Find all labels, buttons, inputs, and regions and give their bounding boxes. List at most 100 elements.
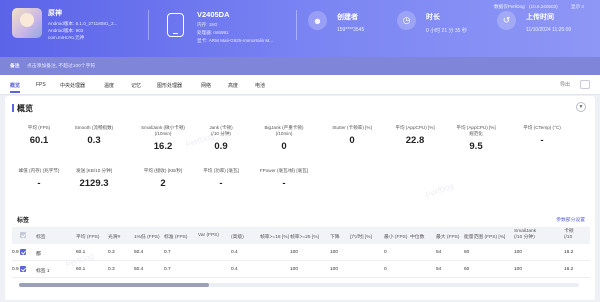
column-header[interactable]: 最小 (FPS) bbox=[384, 233, 407, 240]
metric-label: 峰值 (内存) (兆字节) bbox=[18, 168, 60, 173]
header-divider bbox=[148, 10, 149, 40]
metric-item: 平均 (AppCPU) [%] 规范化 9.5 bbox=[445, 125, 507, 152]
table-cell: 100 bbox=[290, 267, 299, 272]
tab-battery[interactable]: 电池 bbox=[255, 82, 265, 89]
metric-item: 峰值 (内存) (兆字节) - bbox=[8, 168, 70, 189]
report-header: 原神 Android版本: 5.1.0_27118081_2... Androi… bbox=[0, 0, 600, 57]
table-cell: 0.4 bbox=[231, 267, 238, 272]
row-checkbox[interactable] bbox=[20, 249, 26, 255]
table-row[interactable]: 标签 1 60.1 0.3 50.4 0.7 0.4 100 100 0 54 60 100 16.2 0… bbox=[12, 261, 590, 278]
horizontal-scrollbar[interactable] bbox=[19, 283, 579, 287]
table-cell: 60.1 bbox=[76, 250, 86, 255]
metric-value: 0 bbox=[349, 135, 355, 146]
watermark: PerfDog bbox=[424, 181, 456, 200]
metric-value: - bbox=[37, 178, 41, 189]
upload-value: 11/10/2024 11:25:09 bbox=[526, 27, 572, 33]
column-header[interactable]: 标签 bbox=[36, 233, 46, 240]
tab-network[interactable]: 网络 bbox=[201, 82, 211, 89]
column-header[interactable]: 平均 (FPS) bbox=[76, 233, 99, 240]
app-build-line: Android版本: 903 bbox=[48, 28, 84, 33]
metric-value: 0 bbox=[281, 141, 287, 152]
header-gear-icon[interactable] bbox=[20, 232, 26, 238]
table-cell: 100 bbox=[290, 250, 299, 255]
device-gpu: 显卡: ARM Mali-G925-Immortalis M... bbox=[197, 38, 274, 43]
column-header[interactable]: 1%低 (FPS) bbox=[134, 233, 160, 240]
tab-overview[interactable]: 概览 bbox=[10, 82, 21, 93]
metric-item: 平均 (接收) [KB/秒] 2 bbox=[132, 168, 194, 189]
app-name: 原神 bbox=[48, 10, 62, 17]
version-link[interactable]: (10.6.240503) bbox=[529, 4, 558, 9]
tab-memory[interactable]: 记忆 bbox=[131, 82, 141, 89]
table-cell: 100 bbox=[514, 250, 523, 255]
duration-title: 时长 bbox=[426, 14, 440, 21]
metric-item: 平均 (功率) [毫瓦] - bbox=[190, 168, 252, 189]
upload-title: 上传时间 bbox=[526, 14, 554, 21]
phone-icon bbox=[167, 13, 184, 37]
table-cell: 50.4 bbox=[134, 250, 144, 255]
history-icon: ↺ bbox=[497, 11, 516, 30]
tab-height[interactable]: 高度 bbox=[228, 82, 238, 89]
note-placeholder[interactable]: 点击添加备注, 不超过100个字符 bbox=[27, 64, 95, 69]
column-header[interactable]: 卡顿 (/10 bbox=[564, 229, 574, 241]
column-header[interactable]: 帧率>=25 [%] bbox=[290, 233, 319, 240]
app-package-line: com.miHoYo.元神 bbox=[48, 35, 85, 40]
column-header[interactable]: 能量范围 (FPS) [%] bbox=[464, 233, 505, 240]
creator-value: 159****3545 bbox=[337, 27, 365, 33]
app-version-line: Android版本: 5.1.0_27118081_2... bbox=[48, 21, 118, 26]
column-header[interactable]: 最大 (FPS) bbox=[436, 233, 459, 240]
header-divider bbox=[296, 10, 297, 40]
column-header[interactable]: 标准 (FPS) bbox=[164, 233, 187, 240]
export-link[interactable]: 导出 bbox=[560, 81, 570, 88]
device-name: V2405DA bbox=[197, 10, 230, 19]
column-header[interactable]: 中位数 bbox=[410, 233, 424, 240]
table-cell: 0.9 bbox=[12, 267, 19, 272]
metric-value: - bbox=[219, 178, 223, 189]
column-header[interactable]: SmallJank (/10 分钟) bbox=[514, 229, 536, 241]
duration-value: 0 小时 21 分 35 秒 bbox=[426, 28, 467, 34]
metric-value: 2129.3 bbox=[79, 178, 109, 189]
table-cell: 60.1 bbox=[76, 267, 86, 272]
menu-link[interactable]: 显示 ≡ bbox=[571, 4, 584, 10]
note-bar[interactable]: 备注 点击添加备注, 不超过100个字符 bbox=[0, 57, 600, 75]
table-cell: 0.7 bbox=[164, 267, 171, 272]
table-cell: 16.2 bbox=[564, 267, 574, 272]
column-header[interactable]: 下降 bbox=[330, 233, 340, 240]
metric-value: 9.5 bbox=[469, 141, 483, 152]
metric-label: BigJank (严重卡顿) (/10min) bbox=[264, 125, 304, 136]
column-header[interactable]: (高级) bbox=[231, 233, 244, 240]
tab-bar: 概览 FPS 中央处理器 温度 记忆 图形处理器 网络 高度 电池 导出 bbox=[0, 75, 600, 95]
column-header[interactable]: 光滑# bbox=[108, 233, 120, 240]
column-header[interactable]: Var (FPS) bbox=[198, 233, 219, 238]
column-header[interactable]: 帧率>=18 [%] bbox=[260, 233, 289, 240]
metric-label: 平均 (CTemp) (°C) bbox=[523, 125, 561, 130]
tab-gpu[interactable]: 图形处理器 bbox=[157, 82, 182, 89]
tab-temperature[interactable]: 温度 bbox=[104, 82, 114, 89]
table-cell: 0 bbox=[384, 250, 387, 255]
column-header[interactable]: [六/时] [%] bbox=[350, 233, 372, 240]
settings-icon[interactable] bbox=[580, 80, 590, 89]
tab-cpu[interactable]: 中央处理器 bbox=[60, 82, 85, 89]
collapse-chevron-icon[interactable]: ▼ bbox=[576, 102, 586, 112]
table-cell: 60 bbox=[464, 267, 470, 272]
metric-value: - bbox=[282, 178, 286, 189]
tab-fps[interactable]: FPS bbox=[36, 82, 46, 88]
metric-item: FPower (毫瓦/帧) [毫瓦] - bbox=[253, 168, 315, 189]
column-settings-link[interactable]: 参数部分设置 bbox=[556, 216, 585, 223]
user-icon: ☻ bbox=[308, 11, 327, 30]
table-row[interactable]: 都 60.1 0.3 50.4 0.7 0.4 100 100 0 54 60 100 16.2 0.9 bbox=[12, 244, 590, 261]
scrollbar-thumb[interactable] bbox=[19, 283, 209, 287]
metric-item: SmallJank (微小卡顿) (/10min) 16.2 bbox=[132, 125, 194, 152]
table-cell: 0.3 bbox=[108, 250, 115, 255]
table-cell: 54 bbox=[436, 250, 442, 255]
metric-label: 平均 (功率) [毫瓦] bbox=[203, 168, 239, 173]
perfdog-link[interactable]: 数据仅PerfDog bbox=[494, 4, 525, 10]
table-cell: 50.4 bbox=[134, 267, 144, 272]
metric-value: - bbox=[540, 135, 544, 146]
metric-label: 平均 (FPS) bbox=[27, 125, 51, 130]
metric-item: Smooth (流畅指数) 0.3 bbox=[63, 125, 125, 146]
table-cell: 100 bbox=[514, 267, 523, 272]
table-cell: 0.7 bbox=[164, 250, 171, 255]
metric-label: 发送 [KB/10 分钟] bbox=[76, 168, 112, 173]
device-memory: 内存: 15G bbox=[197, 22, 218, 27]
row-checkbox[interactable] bbox=[20, 266, 26, 272]
